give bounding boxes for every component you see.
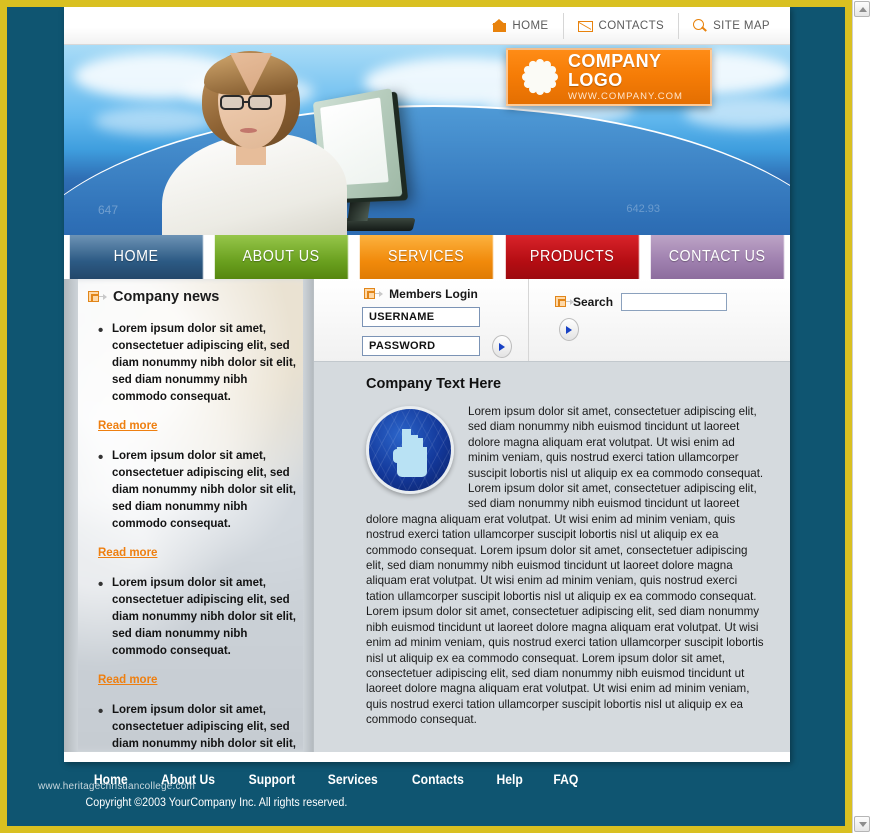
password-row: PASSWORD [314, 327, 528, 358]
news-item: Lorem ipsum dolor sit amet, consectetuer… [96, 574, 297, 660]
glasses-right-lens [248, 95, 272, 110]
glasses-left-lens [220, 95, 244, 110]
footer-link-home[interactable]: Home [94, 772, 128, 787]
topnav-item-site-map[interactable]: SITE MAP [678, 13, 784, 39]
search-panel: Search [529, 279, 790, 361]
footer-link-faq[interactable]: FAQ [553, 772, 578, 787]
username-input[interactable]: USERNAME [362, 307, 480, 327]
copyright-text: Copyright ©2003 YourCompany Inc. All rig… [85, 797, 348, 809]
page-border-right [845, 0, 852, 833]
company-logo-name: COMPANY LOGO [568, 51, 662, 91]
hero-person-graphic [152, 45, 352, 235]
home-icon [492, 19, 507, 32]
topnav-label-site-map: SITE MAP [713, 20, 770, 32]
arrow-box-icon [364, 287, 384, 301]
site-footer: www.heritagechristiancollege.com Home Ab… [0, 762, 870, 833]
nav-item-services[interactable]: SERVICES [360, 235, 494, 279]
news-item: Lorem ipsum dolor sit amet, consectetuer… [96, 320, 297, 406]
gear-icon [522, 59, 558, 95]
sidebar-heading: Company news [88, 289, 297, 305]
topnav-item-home[interactable]: HOME [479, 13, 562, 39]
scroll-up-button[interactable] [854, 1, 870, 17]
search-label: Search [573, 295, 614, 309]
topnav-label-home: HOME [512, 20, 549, 32]
company-logo[interactable]: COMPANY LOGO WWW.COMPANY.COM [506, 48, 712, 106]
footer-link-support[interactable]: Support [248, 772, 295, 787]
mail-icon [577, 20, 593, 32]
hand-cursor-glyph [393, 425, 433, 481]
company-logo-text: COMPANY LOGO WWW.COMPANY.COM [568, 52, 710, 102]
login-submit-button[interactable] [492, 335, 512, 358]
search-submit-button[interactable] [559, 318, 579, 341]
page-title: Company Text Here [366, 376, 502, 392]
footer-link-help[interactable]: Help [496, 772, 522, 787]
main-text-panel: Company Text Here Lorem ipsum dolor sit … [314, 361, 790, 752]
hand-cursor-icon [366, 406, 454, 494]
sidebar-heading-label: Company news [113, 289, 220, 305]
search-heading: Search [555, 293, 790, 311]
members-login-heading: Members Login [314, 287, 528, 301]
search-icon [693, 19, 707, 33]
hero-number-left: 647 [98, 203, 119, 217]
footer-link-services[interactable]: Services [328, 772, 378, 787]
nav-item-about-us[interactable]: ABOUT US [215, 235, 349, 279]
sidebar-inner: Company news Lorem ipsum dolor sit amet,… [64, 279, 313, 752]
arrow-box-icon [555, 295, 574, 309]
company-logo-url: WWW.COMPANY.COM [568, 90, 683, 102]
scroll-down-button[interactable] [854, 816, 870, 832]
chevron-down-icon [859, 822, 867, 827]
news-item: Lorem ipsum dolor sit amet, consectetuer… [96, 701, 297, 752]
news-item: Lorem ipsum dolor sit amet, consectetuer… [96, 447, 297, 533]
content-area: Company news Lorem ipsum dolor sit amet,… [64, 279, 790, 752]
nav-item-contact-us[interactable]: CONTACT US [650, 235, 785, 279]
right-column: Members Login USERNAME PASSWORD Search C… [314, 279, 790, 752]
utility-bar: HOME CONTACTS SITE MAP [64, 7, 790, 45]
read-more-link[interactable]: Read more [98, 674, 157, 686]
vertical-scrollbar[interactable] [852, 0, 870, 833]
search-input[interactable] [621, 293, 728, 311]
arrow-box-icon [88, 290, 107, 304]
footer-link-about-us[interactable]: About Us [161, 772, 215, 787]
nav-item-products[interactable]: PRODUCTS [505, 235, 640, 279]
utility-nav: HOME CONTACTS SITE MAP [479, 7, 784, 45]
password-input[interactable]: PASSWORD [362, 335, 480, 356]
read-more-link[interactable]: Read more [98, 420, 157, 432]
login-search-row: Members Login USERNAME PASSWORD Search [314, 279, 790, 361]
hero-banner: 647 642.93 COMPANY LOGO WWW.COMPANY.COM [64, 45, 790, 235]
footer-link-contacts[interactable]: Contacts [412, 772, 464, 787]
page-border-left [0, 0, 7, 833]
main-navigation: HOME ABOUT US SERVICES PRODUCTS CONTACT … [64, 235, 790, 279]
members-login-label: Members Login [389, 287, 478, 301]
topnav-item-contacts[interactable]: CONTACTS [562, 13, 679, 39]
members-login-panel: Members Login USERNAME PASSWORD [314, 279, 529, 361]
glasses-bridge [244, 101, 249, 103]
nav-item-home[interactable]: HOME [69, 235, 204, 279]
page-border-bottom [0, 826, 870, 833]
person-lips [240, 128, 257, 133]
hero-number-right: 642.93 [626, 203, 660, 215]
chevron-up-icon [859, 7, 867, 12]
page-border-top [0, 0, 870, 7]
site-panel: HOME CONTACTS SITE MAP 647 642.93 COMPAN… [64, 7, 790, 762]
read-more-link[interactable]: Read more [98, 547, 157, 559]
topnav-label-contacts: CONTACTS [598, 20, 665, 32]
sidebar-company-news: Company news Lorem ipsum dolor sit amet,… [64, 279, 314, 752]
